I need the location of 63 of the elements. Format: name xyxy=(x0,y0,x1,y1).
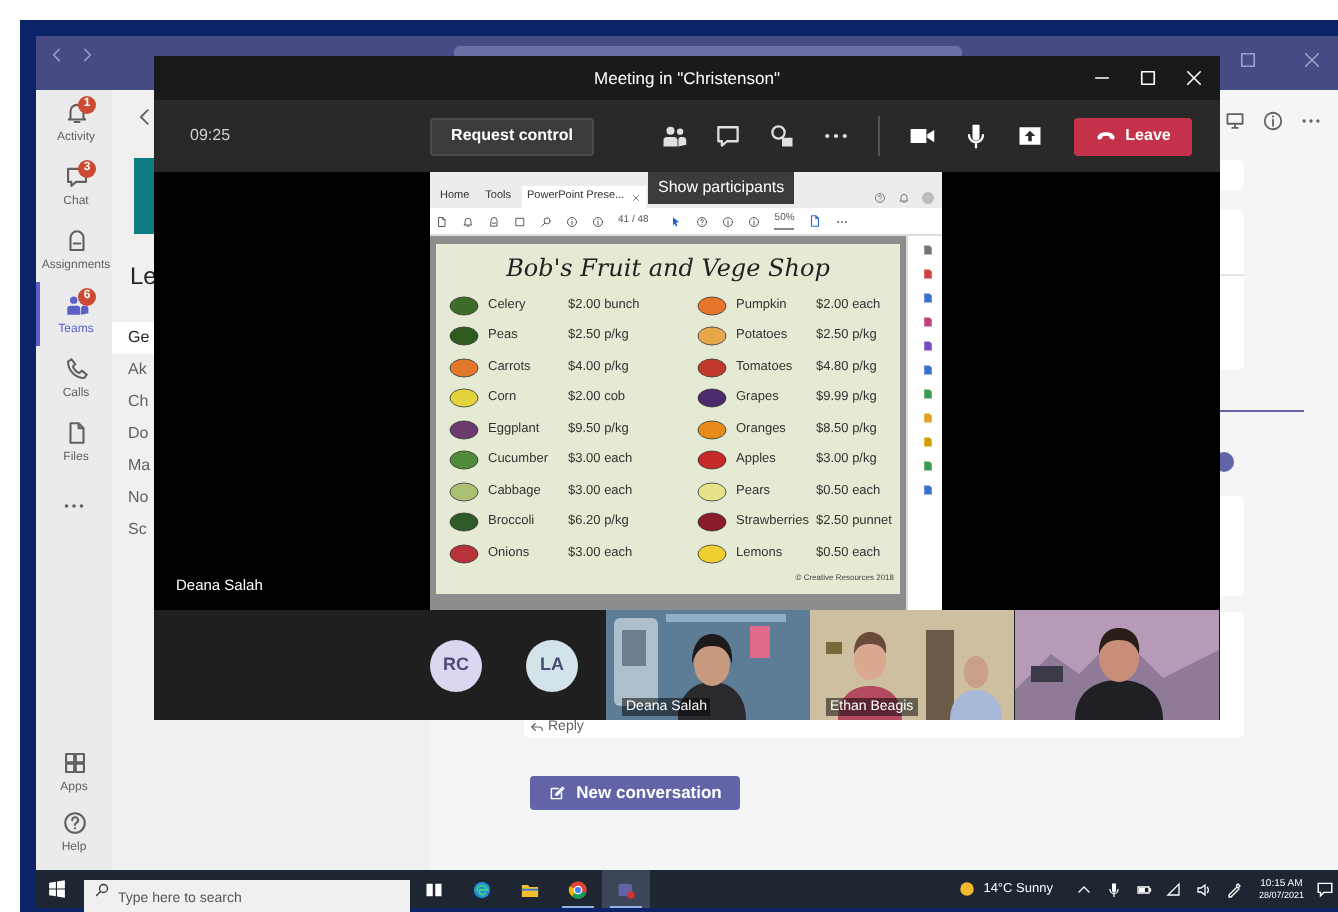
info-icon[interactable] xyxy=(1262,109,1284,131)
share-screen-icon xyxy=(1016,122,1044,150)
participants-button[interactable] xyxy=(660,122,688,150)
meeting-title: Meeting in "Christenson" xyxy=(594,65,780,91)
microphone-button[interactable] xyxy=(962,122,990,150)
team-name: Le xyxy=(130,260,157,294)
search-field[interactable] xyxy=(454,46,962,56)
microphone-icon xyxy=(962,122,990,150)
chat-icon xyxy=(714,122,742,150)
reply-icon xyxy=(530,720,544,734)
network-icon[interactable] xyxy=(1166,881,1183,897)
apps-icon xyxy=(61,749,87,775)
pointer-icon[interactable] xyxy=(670,215,683,227)
tooltip: Show participants xyxy=(648,172,795,204)
folder-icon xyxy=(520,879,540,899)
browser-icon xyxy=(568,879,588,899)
hang-up-icon xyxy=(1095,126,1116,146)
battery-icon[interactable] xyxy=(1136,881,1153,897)
search-icon[interactable] xyxy=(540,215,552,227)
compose-icon xyxy=(548,784,567,802)
save-icon[interactable] xyxy=(436,215,448,227)
file-icon xyxy=(63,419,89,445)
participant-avatar: RC xyxy=(430,639,482,691)
restore-icon[interactable] xyxy=(1238,50,1258,70)
request-control-button[interactable]: Request control xyxy=(430,117,594,155)
bell-icon xyxy=(63,99,89,125)
participants-icon xyxy=(660,122,688,150)
forward-icon[interactable] xyxy=(78,46,96,64)
channel-item[interactable]: No xyxy=(112,482,154,514)
notification-icon[interactable] xyxy=(1316,880,1334,898)
sun-icon xyxy=(957,880,976,898)
channel-item[interactable]: Ge xyxy=(112,322,154,354)
maximize-icon[interactable] xyxy=(1138,68,1158,88)
channel-item[interactable]: Sc xyxy=(112,514,154,546)
channel-item[interactable]: Ch xyxy=(112,386,154,418)
pen-icon[interactable] xyxy=(1226,881,1243,897)
speaker-icon[interactable] xyxy=(1196,881,1213,897)
help-icon[interactable] xyxy=(874,191,886,203)
microphone-icon[interactable] xyxy=(1106,881,1123,897)
channel-item[interactable]: Do xyxy=(112,418,154,450)
people-icon xyxy=(63,291,89,317)
team-chat-icon xyxy=(616,879,636,899)
bell-icon[interactable] xyxy=(898,191,910,203)
windows-logo-icon xyxy=(47,880,65,898)
backpack-icon xyxy=(63,227,89,253)
channel-item[interactable]: Ma xyxy=(112,450,154,482)
new-conversation-button[interactable]: New conversation xyxy=(530,776,740,810)
channel-item[interactable]: Ak xyxy=(112,354,154,386)
participant-avatar: LA xyxy=(526,639,578,691)
help-icon xyxy=(61,809,87,835)
document-icon[interactable] xyxy=(808,214,823,228)
chat-button[interactable] xyxy=(714,122,742,150)
share-screen-button[interactable] xyxy=(1016,122,1044,150)
task-view-icon xyxy=(424,879,444,899)
search-icon xyxy=(94,882,110,898)
phone-icon xyxy=(63,355,89,381)
slide-title: Bob's Fruit and Vege Shop xyxy=(504,252,832,286)
chevron-up-icon[interactable] xyxy=(1076,881,1093,897)
chat-icon xyxy=(63,163,89,189)
browser-icon xyxy=(472,879,492,899)
screen-icon[interactable] xyxy=(1224,109,1246,131)
leave-button[interactable]: Leave xyxy=(1074,117,1192,155)
meeting-timer: 09:25 xyxy=(190,124,233,148)
